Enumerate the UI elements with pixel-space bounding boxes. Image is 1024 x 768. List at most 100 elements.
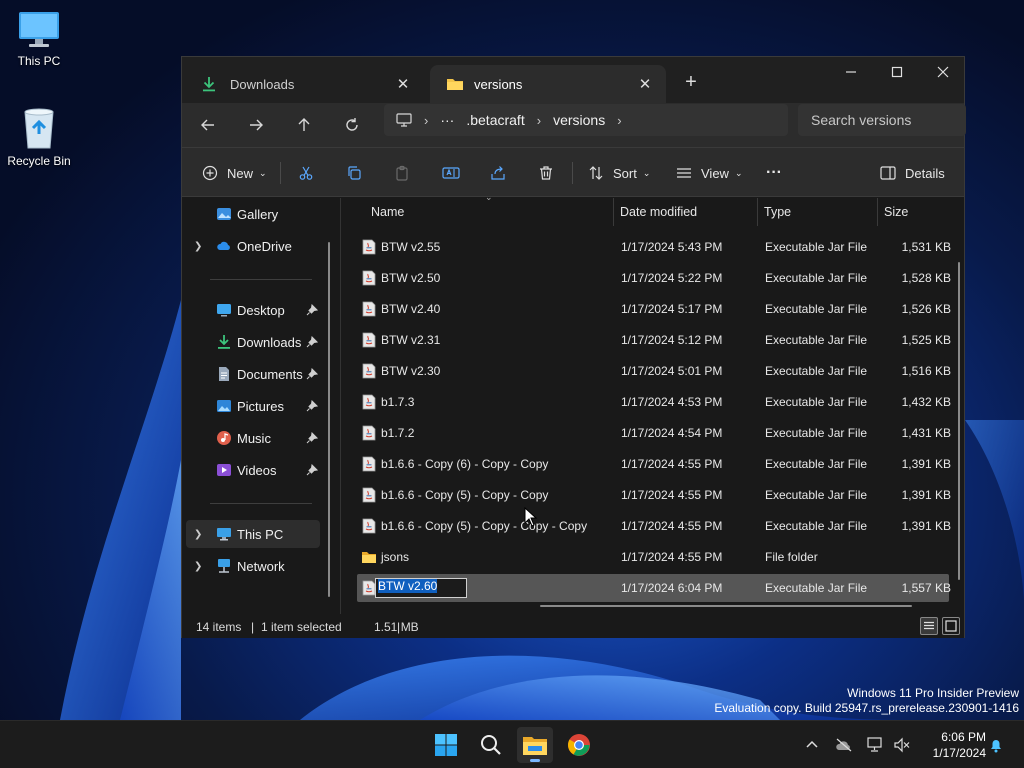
volume-tray-button[interactable] (892, 735, 912, 755)
breadcrumb-overflow[interactable]: ··· (440, 112, 454, 128)
pin-icon[interactable] (306, 336, 318, 348)
show-hidden-icons-button[interactable] (802, 735, 822, 755)
file-row[interactable]: BTW v2.30 1/17/2024 5:01 PM Executable Jar… (357, 357, 951, 385)
rename-button[interactable] (442, 158, 460, 188)
address-bar[interactable]: › ··· .betacraft › versions › (384, 104, 788, 136)
jar-file-icon (362, 332, 376, 348)
sidebar-item-pictures[interactable]: Pictures (186, 392, 320, 420)
this-pc-icon (217, 528, 231, 541)
refresh-button[interactable] (336, 111, 368, 139)
file-row[interactable]: b1.6.6 - Copy (5) - Copy - Copy 1/17/2024… (357, 481, 951, 509)
details-view-button[interactable] (920, 617, 938, 635)
tab-downloads[interactable]: Downloads ✕ (186, 65, 424, 103)
network-tray-button[interactable] (866, 735, 886, 755)
column-header-date[interactable]: Date modified (620, 198, 697, 226)
status-item-count: 14 items (196, 620, 242, 634)
file-list-vertical-scrollbar[interactable] (958, 262, 960, 580)
file-row[interactable]: b1.6.6 - Copy (6) - Copy - Copy 1/17/2024… (357, 450, 951, 478)
column-separator[interactable] (613, 198, 614, 226)
pin-icon[interactable] (306, 304, 318, 316)
file-date: 1/17/2024 4:54 PM (621, 426, 723, 440)
back-button[interactable] (192, 111, 224, 139)
sidebar-item-desktop[interactable]: Desktop (186, 296, 320, 324)
start-icon (435, 734, 457, 756)
column-header-size[interactable]: Size (884, 198, 908, 226)
close-icon (937, 66, 949, 78)
file-type: Executable Jar File (765, 457, 868, 471)
sidebar-scrollbar[interactable] (328, 242, 330, 597)
start-button[interactable] (428, 727, 464, 763)
sidebar-item-music[interactable]: Music (186, 424, 320, 452)
file-row[interactable]: BTW v2.50 1/17/2024 5:22 PM Executable Jar… (357, 264, 951, 292)
sidebar-item-gallery[interactable]: Gallery (186, 200, 320, 228)
sidebar-item-documents[interactable]: Documents (186, 360, 320, 388)
onedrive-tray-button[interactable] (834, 735, 854, 755)
pin-icon[interactable] (306, 432, 318, 444)
chevron-right-icon[interactable]: ❯ (194, 241, 202, 252)
file-row-selected[interactable]: BTW v2.60 1/17/2024 6:04 PM Executable Jar… (357, 574, 951, 602)
column-header-name[interactable]: Name (371, 198, 404, 226)
new-tab-button[interactable]: + (678, 69, 704, 95)
details-pane-button[interactable]: Details (880, 158, 945, 188)
status-divider: | (251, 620, 255, 634)
sidebar-item-label: Desktop (237, 302, 285, 318)
file-date: 1/17/2024 4:55 PM (621, 457, 723, 471)
sidebar-item-this-pc[interactable]: ❯ This PC (186, 520, 320, 548)
file-row[interactable]: BTW v2.55 1/17/2024 5:43 PM Executable Jar… (357, 233, 951, 261)
forward-button[interactable] (240, 111, 272, 139)
breadcrumb-item-betacraft[interactable]: .betacraft (466, 112, 524, 128)
column-separator[interactable] (757, 198, 758, 226)
file-row[interactable]: BTW v2.31 1/17/2024 5:12 PM Executable Jar… (357, 326, 951, 354)
copy-button[interactable] (346, 158, 362, 188)
cut-button[interactable] (298, 158, 314, 188)
close-tab-icon[interactable]: ✕ (392, 73, 414, 95)
chevron-right-icon[interactable]: ❯ (194, 561, 202, 572)
recycle-bin-icon (24, 108, 54, 149)
file-explorer-taskbar-button[interactable] (517, 727, 553, 763)
file-row[interactable]: BTW v2.40 1/17/2024 5:17 PM Executable Jar… (357, 295, 951, 323)
file-row[interactable]: b1.7.2 1/17/2024 4:54 PM Executable Jar Fi… (357, 419, 951, 447)
close-tab-icon[interactable]: ✕ (634, 73, 656, 95)
breadcrumb-item-versions[interactable]: versions (553, 112, 605, 128)
folder-icon (362, 552, 376, 563)
delete-button[interactable] (538, 158, 554, 188)
column-header-type[interactable]: Type (764, 198, 791, 226)
view-button[interactable]: View ⌄ (676, 158, 743, 188)
sidebar-item-onedrive[interactable]: ❯ OneDrive (186, 232, 320, 260)
file-row[interactable]: jsons 1/17/2024 4:55 PM File folder (357, 543, 949, 571)
file-row[interactable]: b1.7.3 1/17/2024 4:53 PM Executable Jar Fi… (357, 388, 951, 416)
close-window-button[interactable] (920, 57, 966, 87)
sidebar-item-videos[interactable]: Videos (186, 456, 320, 484)
clock[interactable]: 6:06 PM 1/17/2024 (920, 729, 986, 761)
file-list-horizontal-scrollbar[interactable] (540, 605, 912, 607)
paste-button[interactable] (394, 158, 410, 188)
file-name: BTW v2.31 (381, 333, 441, 347)
search-button[interactable] (473, 727, 509, 763)
chevron-right-icon[interactable]: ❯ (194, 529, 202, 540)
column-separator[interactable] (877, 198, 878, 226)
tab-bar: Downloads ✕ versions ✕ + (182, 57, 964, 103)
rename-input[interactable]: BTW v2.60 (375, 578, 467, 598)
share-button[interactable] (490, 158, 506, 188)
sort-button[interactable]: Sort ⌄ (588, 158, 650, 188)
notifications-button[interactable] (986, 735, 1006, 755)
search-input[interactable]: Search versions (798, 104, 966, 136)
tab-versions[interactable]: versions ✕ (430, 65, 666, 103)
maximize-button[interactable] (874, 57, 920, 87)
up-button[interactable] (288, 111, 320, 139)
sidebar-item-network[interactable]: ❯ Network (186, 552, 320, 580)
file-date: 1/17/2024 6:04 PM (621, 581, 723, 595)
file-date: 1/17/2024 4:53 PM (621, 395, 723, 409)
more-options-button[interactable]: ··· (766, 158, 782, 188)
pin-icon[interactable] (306, 464, 318, 476)
chrome-taskbar-button[interactable] (561, 727, 597, 763)
sidebar-item-downloads[interactable]: Downloads (186, 328, 320, 356)
pin-icon[interactable] (306, 400, 318, 412)
new-button[interactable]: New ⌄ (202, 158, 267, 188)
desktop-icon-recycle-bin[interactable]: Recycle Bin (0, 106, 78, 168)
pin-icon[interactable] (306, 368, 318, 380)
desktop-icon-this-pc[interactable]: This PC (0, 10, 78, 68)
minimize-button[interactable] (828, 57, 874, 87)
file-row[interactable]: b1.6.6 - Copy (5) - Copy - Copy - Copy 1/… (357, 512, 951, 540)
tiles-view-button[interactable] (942, 617, 960, 635)
